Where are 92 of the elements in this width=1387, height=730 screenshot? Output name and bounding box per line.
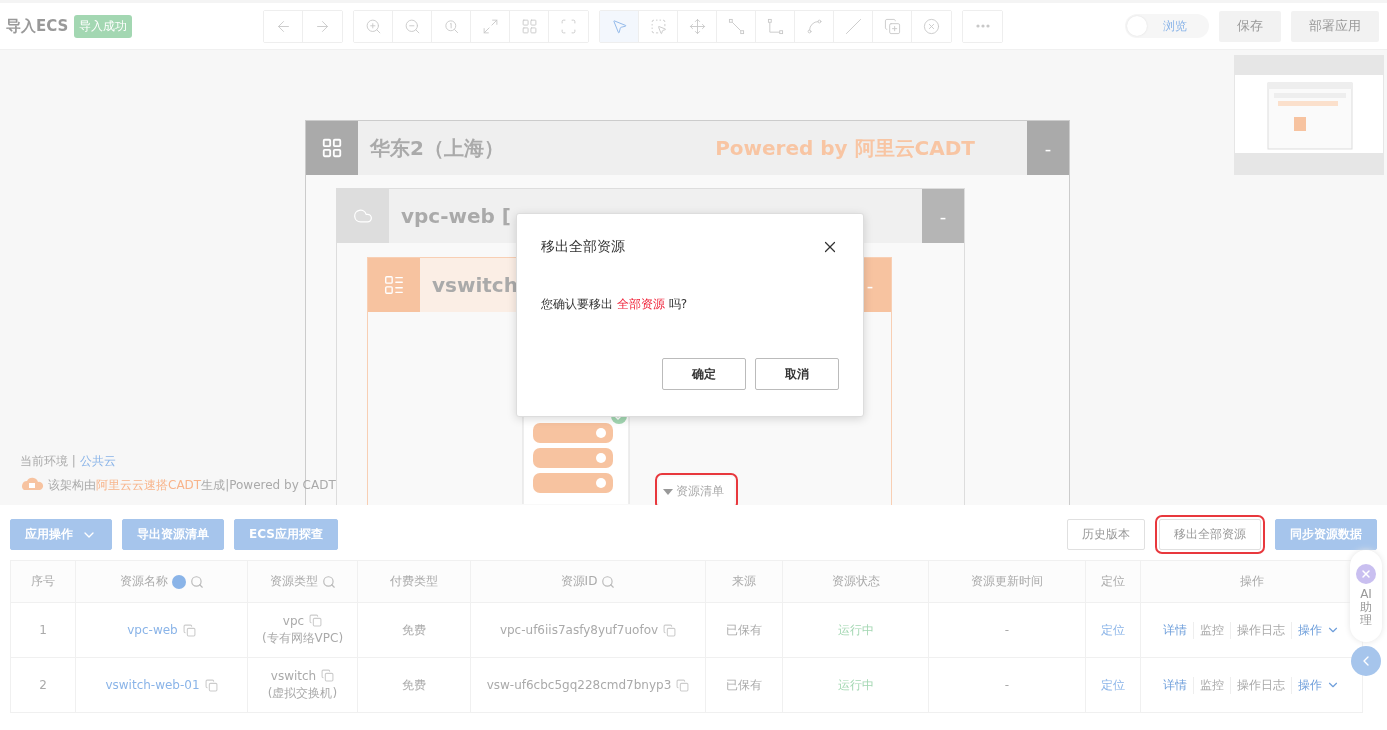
more-icon: [975, 24, 990, 28]
region-title: 华东2（上海）: [370, 134, 504, 162]
confirm-button[interactable]: 确定: [662, 358, 746, 390]
operation-link[interactable]: 详情: [1157, 676, 1194, 694]
search-icon[interactable]: [189, 574, 204, 589]
toolbar-button[interactable]: [264, 10, 303, 42]
resource-list-tab[interactable]: 资源清单: [659, 477, 734, 505]
toolbar-button[interactable]: [963, 10, 1002, 42]
table-cell: vpc-uf6iis7asfy8yuf7uofov: [499, 623, 659, 637]
collapse-panel-button[interactable]: [1351, 646, 1381, 676]
operations-dropdown[interactable]: 操作: [1292, 621, 1346, 639]
table-cell: -: [1004, 678, 1010, 692]
environment-link[interactable]: 公共云: [79, 453, 116, 470]
table-cell: 已保有: [726, 676, 762, 694]
toolbar-action-button[interactable]: 移出全部资源: [1159, 519, 1261, 550]
expand-icon: [481, 17, 499, 35]
table-cell: (专有网络VPC): [261, 629, 344, 647]
resource-name-link[interactable]: vpc-web: [127, 623, 178, 637]
grid-icon: [321, 137, 343, 159]
credit-text: 该架构由阿里云云速搭CADT生成|Powered by CADT: [48, 476, 336, 494]
toolbar-action-button[interactable]: 应用操作: [10, 519, 112, 550]
line-icon: [844, 17, 862, 35]
status-badge: 导入成功: [74, 14, 133, 38]
column-header: 资源ID: [471, 560, 706, 603]
copy-icon[interactable]: [204, 678, 218, 692]
copy-icon[interactable]: [309, 614, 323, 627]
toolbar-action-button[interactable]: 历史版本: [1067, 519, 1145, 550]
box-select-icon: [649, 17, 667, 35]
toolbar-button[interactable]: [354, 10, 393, 42]
column-header: 付费类型: [358, 560, 471, 603]
locate-link[interactable]: 定位: [1101, 621, 1125, 639]
search-icon[interactable]: [601, 574, 616, 589]
toolbar-action-button[interactable]: 导出资源清单: [122, 519, 224, 550]
dialog-message: 您确认要移出 全部资源 吗?: [541, 296, 688, 313]
page-title: 导入ECS: [6, 16, 69, 36]
column-header: 资源更新时间: [929, 560, 1086, 603]
status-text: 运行中: [837, 621, 874, 639]
table-cell: (虚拟交换机): [267, 684, 338, 702]
locate-link[interactable]: 定位: [1101, 676, 1125, 694]
table-cell: vswitch: [270, 668, 317, 683]
table-cell: vpc: [282, 613, 305, 628]
cancel-button[interactable]: 取消: [755, 358, 839, 390]
credit-link[interactable]: 阿里云云速搭CADT: [96, 477, 202, 492]
assistant-logo-icon: [1356, 564, 1376, 584]
curve-connector-icon: [805, 17, 823, 35]
list-icon: [383, 274, 405, 296]
column-header: 来源: [706, 560, 783, 603]
collapse-button[interactable]: -: [1027, 121, 1069, 175]
ai-assistant-button[interactable]: AI助理: [1350, 550, 1382, 642]
table-cell: 免费: [402, 676, 426, 694]
zoom-out-icon: [403, 17, 421, 35]
pointer-icon: [610, 17, 628, 35]
operations-dropdown[interactable]: 操作: [1292, 676, 1346, 694]
toolbar-button[interactable]: [600, 10, 639, 42]
zoom-actual-icon: [442, 17, 460, 35]
caret-icon: [663, 487, 673, 496]
operation-link[interactable]: 详情: [1157, 621, 1194, 639]
collapse-button[interactable]: -: [922, 189, 964, 243]
environment-label: 当前环境 |: [20, 453, 76, 470]
vpc-title: vpc-web [: [401, 204, 511, 228]
table-cell: -: [1004, 623, 1010, 637]
copy-icon[interactable]: [676, 678, 690, 692]
status-text: 运行中: [837, 676, 874, 694]
watermark-text: Powered by 阿里云CADT: [715, 134, 975, 162]
copy-icon[interactable]: [321, 669, 335, 682]
table-cell: 2: [39, 678, 47, 692]
table-cell: 免费: [402, 621, 426, 639]
circle-x-icon: [923, 17, 940, 35]
dialog-title: 移出全部资源: [541, 238, 625, 256]
add-copy-icon: [883, 17, 901, 35]
grid-icon: [520, 17, 538, 35]
table-cell: 1: [39, 623, 47, 637]
resource-name-link[interactable]: vswitch-web-01: [105, 678, 200, 692]
column-header: 资源状态: [783, 560, 929, 603]
fullscreen-icon: [560, 17, 577, 35]
diagonal-connector-icon: [727, 17, 745, 35]
copy-icon[interactable]: [182, 623, 196, 637]
column-header: 资源名称: [76, 560, 248, 603]
table-cell: vsw-uf6cbc5gq228cmd7bnyp3: [486, 678, 672, 692]
copy-icon[interactable]: [663, 623, 677, 637]
table-cell: 已保有: [726, 621, 762, 639]
elbow-connector-icon: [766, 17, 784, 35]
vswitch-title: vswitch: [432, 273, 518, 297]
column-header: 资源类型: [248, 560, 358, 603]
view-toggle[interactable]: 浏览: [1125, 14, 1209, 38]
search-icon[interactable]: [321, 574, 336, 589]
zoom-in-icon: [364, 17, 382, 35]
toolbar-action-button[interactable]: ECS应用探查: [234, 519, 338, 550]
column-header: 序号: [11, 560, 76, 603]
toolbar-action-button[interactable]: 同步资源数据: [1275, 519, 1377, 550]
column-header: 定位: [1086, 560, 1141, 603]
move-icon: [688, 17, 706, 35]
